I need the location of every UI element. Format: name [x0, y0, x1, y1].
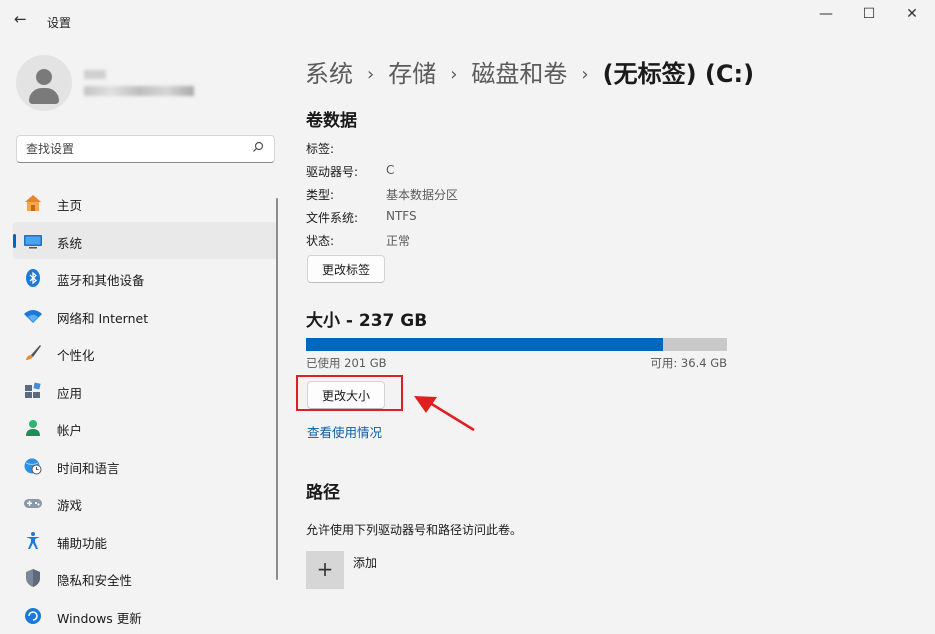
title-bar: ← 设置 — ☐ ✕	[0, 0, 935, 44]
sidebar-scrollbar[interactable]	[276, 198, 278, 580]
sidebar-item-label: 隐私和安全性	[57, 570, 132, 589]
sidebar-item-label: 时间和语言	[57, 458, 120, 477]
back-button[interactable]: ←	[14, 10, 27, 28]
sidebar-item-label: Windows 更新	[57, 608, 142, 627]
sidebar-item-bluetooth[interactable]: 蓝牙和其他设备	[13, 259, 277, 297]
globe-clock-icon	[23, 456, 43, 476]
avatar-head	[36, 69, 52, 85]
sidebar-item-label: 帐户	[57, 420, 82, 439]
view-usage-link[interactable]: 查看使用情况	[307, 422, 382, 441]
add-path-button[interactable]: +	[306, 551, 344, 589]
free-space-text: 可用: 36.4 GB	[650, 355, 727, 371]
prop-filesystem: 文件系统:	[306, 209, 358, 226]
breadcrumb-item-disks-volumes[interactable]: 磁盘和卷	[471, 60, 567, 88]
volume-heading: 卷数据	[306, 106, 357, 131]
usage-bar	[306, 338, 727, 351]
system-icon	[23, 231, 43, 251]
breadcrumb-separator: ›	[581, 64, 588, 85]
apps-icon	[23, 381, 43, 401]
avatar-body	[29, 88, 59, 104]
profile-name-redacted	[84, 70, 106, 79]
sidebar-item-accessibility[interactable]: 辅助功能	[13, 522, 277, 560]
prop-label: 标签:	[306, 140, 334, 157]
add-path-label[interactable]: 添加	[353, 554, 377, 571]
sidebar-item-windows-update[interactable]: Windows 更新	[13, 597, 277, 634]
prop-value-status: 正常	[386, 232, 410, 249]
prop-drive-letter: 驱动器号:	[306, 163, 358, 180]
sidebar-item-label: 网络和 Internet	[57, 308, 148, 327]
annotation-arrow-icon	[410, 390, 480, 435]
size-heading: 大小 - 237 GB	[306, 306, 427, 331]
sidebar-item-accounts[interactable]: 帐户	[13, 409, 277, 447]
prop-status: 状态:	[306, 232, 334, 249]
breadcrumb-separator: ›	[367, 64, 374, 85]
page-title: (无标签) (C:)	[603, 60, 754, 88]
window-title: 设置	[47, 14, 71, 31]
sidebar-item-label: 系统	[57, 233, 82, 252]
sidebar-nav: 主页 系统 蓝牙和其他设备 网络和 Internet 个性化 应用	[0, 184, 280, 634]
path-heading: 路径	[306, 478, 340, 503]
breadcrumb: 系统 › 存储 › 磁盘和卷 › (无标签) (C:)	[305, 54, 754, 89]
sidebar-item-label: 辅助功能	[57, 533, 107, 552]
sidebar-item-time-language[interactable]: 时间和语言	[13, 447, 277, 485]
account-icon	[23, 418, 43, 438]
bluetooth-icon	[23, 268, 43, 288]
close-button[interactable]: ✕	[892, 6, 932, 26]
prop-type: 类型:	[306, 186, 334, 203]
selection-indicator	[13, 234, 16, 248]
path-description: 允许使用下列驱动器号和路径访问此卷。	[306, 521, 522, 538]
gamepad-icon	[23, 493, 43, 513]
shield-icon	[23, 568, 43, 588]
accessibility-icon	[23, 531, 43, 551]
update-icon	[23, 606, 43, 626]
sidebar-item-label: 个性化	[57, 345, 95, 364]
sidebar-item-system[interactable]: 系统	[13, 222, 277, 260]
profile-email-redacted	[84, 86, 194, 96]
used-space-text: 已使用 201 GB	[306, 355, 387, 371]
prop-value-filesystem: NTFS	[386, 209, 417, 223]
prop-value-drive-letter: C	[386, 163, 394, 177]
sidebar-item-privacy[interactable]: 隐私和安全性	[13, 559, 277, 597]
breadcrumb-item-system[interactable]: 系统	[305, 60, 353, 88]
search-icon[interactable]	[252, 141, 264, 156]
breadcrumb-separator: ›	[450, 64, 457, 85]
breadcrumb-item-storage[interactable]: 存储	[388, 60, 436, 88]
plus-icon: +	[306, 557, 344, 581]
change-label-button[interactable]: 更改标签	[307, 255, 385, 283]
wifi-icon	[23, 306, 43, 326]
home-icon	[23, 193, 43, 213]
prop-value-type: 基本数据分区	[386, 186, 458, 203]
sidebar-item-gaming[interactable]: 游戏	[13, 484, 277, 522]
usage-bar-fill	[306, 338, 663, 351]
minimize-button[interactable]: —	[806, 6, 846, 26]
sidebar-item-apps[interactable]: 应用	[13, 372, 277, 410]
sidebar-item-label: 游戏	[57, 495, 82, 514]
avatar[interactable]	[16, 55, 72, 111]
sidebar-item-personalization[interactable]: 个性化	[13, 334, 277, 372]
sidebar-item-label: 应用	[57, 383, 82, 402]
search-input[interactable]	[26, 140, 236, 158]
resize-button[interactable]: 更改大小	[307, 381, 385, 409]
sidebar-item-label: 蓝牙和其他设备	[57, 270, 145, 289]
brush-icon	[23, 343, 43, 363]
sidebar-item-label: 主页	[57, 195, 82, 214]
sidebar-item-home[interactable]: 主页	[13, 184, 277, 222]
maximize-button[interactable]: ☐	[849, 6, 889, 26]
search-box[interactable]	[16, 135, 275, 163]
sidebar-item-network[interactable]: 网络和 Internet	[13, 297, 277, 335]
